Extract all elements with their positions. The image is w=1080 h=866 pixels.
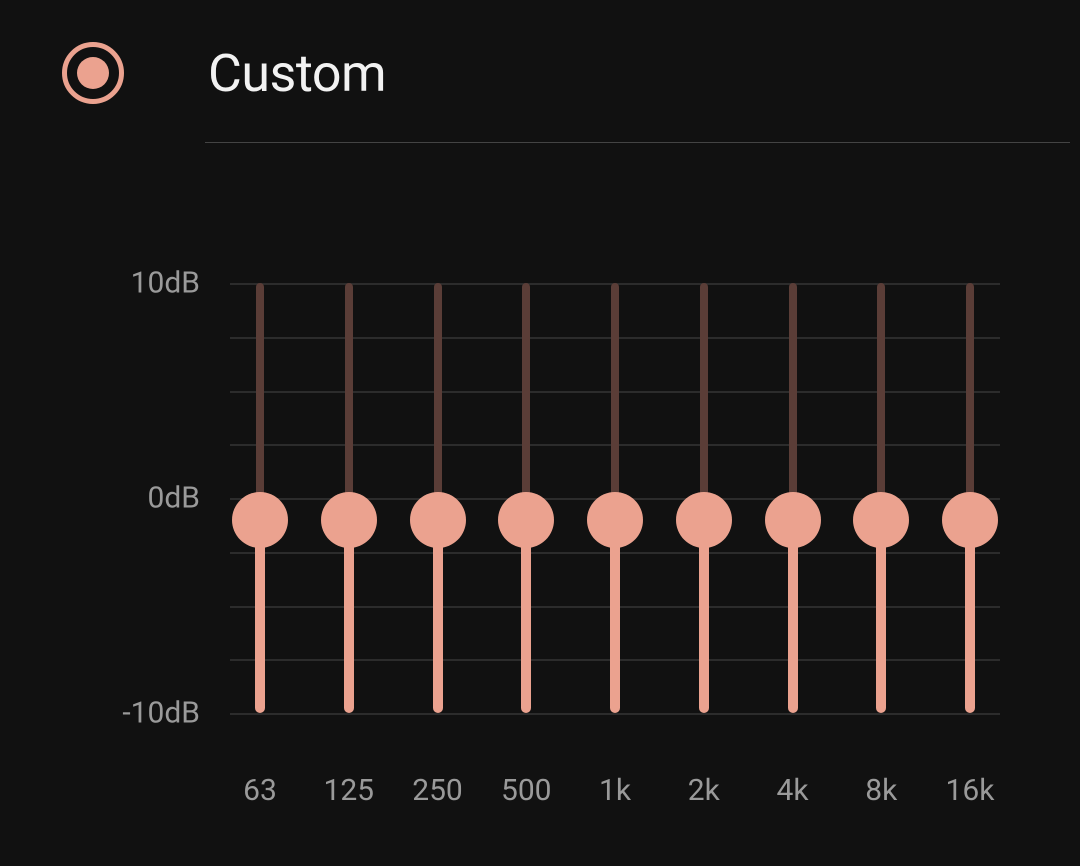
slider-thumb[interactable] [232, 492, 288, 548]
x-label-63: 63 [243, 773, 277, 808]
slider-track-upper [700, 283, 708, 520]
header-divider [205, 142, 1070, 143]
x-label-500: 500 [501, 773, 552, 808]
slider-track-lower [965, 520, 975, 714]
grid-line [230, 713, 1000, 715]
slider-track-upper [877, 283, 885, 520]
slider-thumb[interactable] [410, 492, 466, 548]
slider-thumb[interactable] [853, 492, 909, 548]
slider-thumb[interactable] [321, 492, 377, 548]
slider-thumb[interactable] [676, 492, 732, 548]
slider-track-lower [521, 520, 531, 714]
slider-track-lower [876, 520, 886, 714]
slider-track-lower [255, 520, 265, 714]
slider-thumb[interactable] [587, 492, 643, 548]
x-label-4k: 4k [776, 773, 808, 808]
slider-track-upper [611, 283, 619, 520]
x-label-2k: 2k [688, 773, 720, 808]
slider-track-lower [433, 520, 443, 714]
slider-thumb[interactable] [498, 492, 554, 548]
x-label-8k: 8k [865, 773, 897, 808]
preset-header: Custom [0, 0, 1080, 104]
equalizer-grid [230, 283, 1000, 713]
x-label-125: 125 [323, 773, 374, 808]
slider-track-lower [699, 520, 709, 714]
slider-thumb[interactable] [765, 492, 821, 548]
slider-track-upper [256, 283, 264, 520]
slider-track-upper [966, 283, 974, 520]
y-label-min: -10dB [122, 696, 200, 731]
radio-selected-icon [77, 57, 109, 89]
slider-track-upper [345, 283, 353, 520]
slider-track-upper [522, 283, 530, 520]
slider-track-lower [788, 520, 798, 714]
slider-track-upper [789, 283, 797, 520]
y-axis-labels: 10dB 0dB -10dB [108, 283, 200, 713]
slider-track-upper [434, 283, 442, 520]
slider-track-lower [344, 520, 354, 714]
slider-track-lower [610, 520, 620, 714]
x-axis-labels: 63 125 250 500 1k 2k 4k 8k 16k [230, 773, 1000, 813]
preset-radio-custom[interactable] [62, 42, 124, 104]
x-label-16k: 16k [946, 773, 995, 808]
x-label-250: 250 [412, 773, 463, 808]
y-label-max: 10dB [131, 266, 200, 301]
preset-title: Custom [208, 43, 386, 104]
y-label-mid: 0dB [148, 481, 200, 516]
slider-thumb[interactable] [942, 492, 998, 548]
x-label-1k: 1k [599, 773, 631, 808]
